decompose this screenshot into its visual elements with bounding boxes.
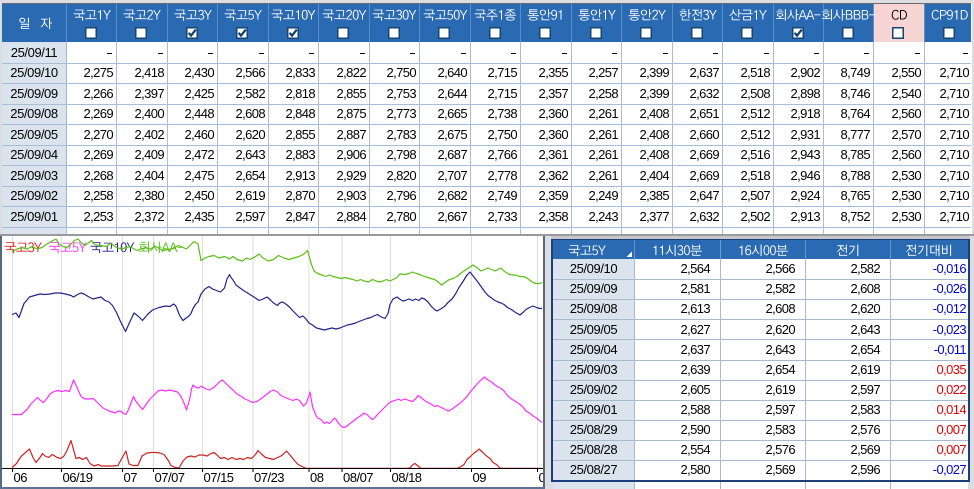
- svg-text:09: 09: [473, 470, 487, 485]
- svg-text:07/23: 07/23: [254, 470, 284, 485]
- svg-text:07: 07: [124, 470, 138, 485]
- svg-text:08/07: 08/07: [343, 470, 373, 485]
- svg-text:08: 08: [310, 470, 324, 485]
- svg-text:07/15: 07/15: [204, 470, 234, 485]
- svg-text:07/07: 07/07: [155, 470, 185, 485]
- svg-text:08/18: 08/18: [392, 470, 422, 485]
- svg-text:06/19: 06/19: [63, 470, 93, 485]
- svg-text:06: 06: [14, 470, 28, 485]
